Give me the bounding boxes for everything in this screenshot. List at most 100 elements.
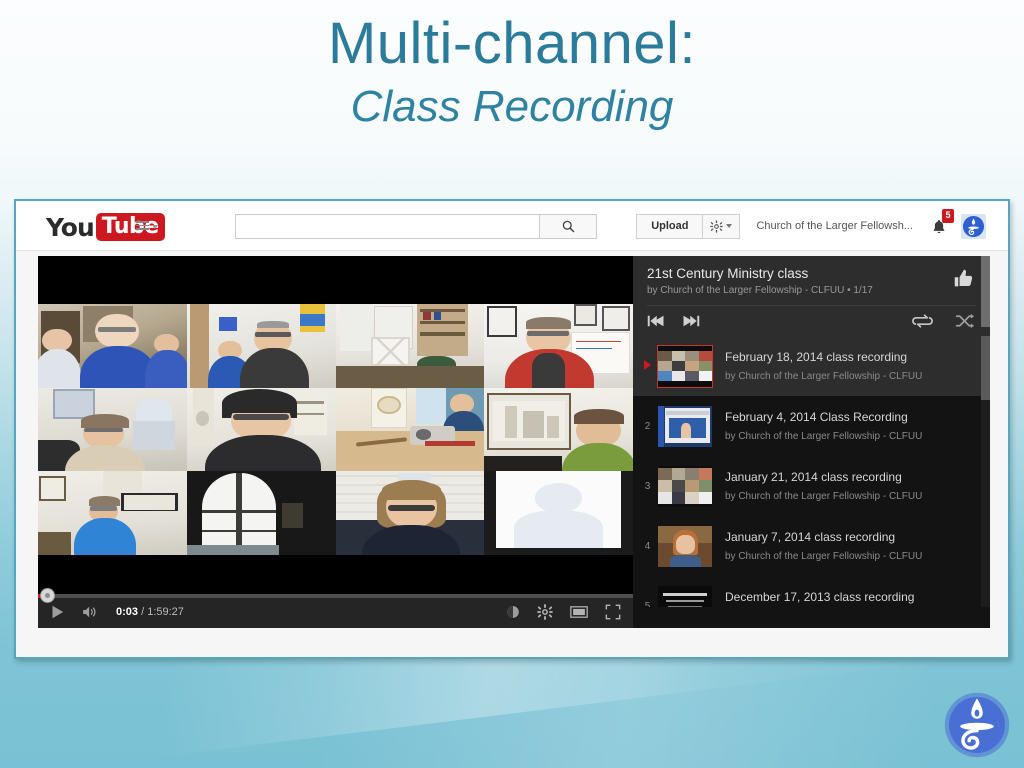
- participant-tile: [484, 471, 633, 555]
- playlist-item-meta: February 18, 2014 class recording by Chu…: [725, 348, 990, 384]
- shuffle-icon: [955, 314, 974, 329]
- playlist-item-thumbnail: [658, 585, 712, 608]
- playlist-like-button[interactable]: [953, 268, 974, 294]
- playlist-header: 21st Century Ministry class by Church of…: [633, 256, 990, 337]
- playlist-item-title: December 17, 2013 class recording: [725, 590, 915, 605]
- current-time: 0:03: [116, 606, 139, 618]
- player-controls-right: [506, 599, 621, 625]
- playlist-item-meta: January 7, 2014 class recording by Churc…: [725, 528, 990, 564]
- playlist-item-byline: by Church of the Larger Fellowship - CLF…: [725, 371, 923, 383]
- hamburger-bars: [136, 221, 149, 230]
- playlist-item-byline: by Church of the Larger Fellowship - CLF…: [725, 491, 923, 503]
- video-conference-grid: [38, 304, 633, 555]
- player-and-playlist-row: 0:03 / 1:59:27 21st Century Ministry cla…: [38, 256, 990, 628]
- player-settings-button[interactable]: [537, 604, 553, 620]
- previous-track-button[interactable]: [647, 314, 665, 328]
- gear-icon: [710, 219, 724, 233]
- loop-icon: [912, 314, 933, 328]
- playlist-item-index: 3: [644, 480, 651, 492]
- chalice-flame-logo-icon: [944, 692, 1010, 758]
- loop-button[interactable]: [912, 313, 933, 329]
- playlist-controls: [647, 305, 976, 336]
- participant-tile: [186, 387, 336, 472]
- participant-tile: [484, 387, 633, 472]
- fullscreen-icon: [605, 604, 621, 620]
- total-duration: 1:59:27: [147, 606, 184, 618]
- volume-icon: [83, 606, 96, 618]
- playlist-item-title: January 21, 2014 class recording: [725, 470, 902, 485]
- list-item[interactable]: 5 December 17, 2013 class recording by C…: [633, 576, 990, 608]
- account-avatar[interactable]: [961, 213, 986, 239]
- playlist-byline: by Church of the Larger Fellowship - CLF…: [647, 285, 873, 297]
- next-track-button[interactable]: [682, 314, 700, 328]
- participant-tile: [38, 387, 187, 472]
- chevron-down-icon: [726, 224, 733, 228]
- autoplay-icon: [507, 606, 519, 618]
- video-player[interactable]: 0:03 / 1:59:27: [38, 256, 633, 628]
- presentation-slide: Multi-channel: Class Recording YouTube: [0, 0, 1024, 768]
- notifications-button[interactable]: 5: [931, 208, 954, 235]
- shuffle-button[interactable]: [955, 313, 974, 329]
- time-display: 0:03 / 1:59:27: [116, 606, 184, 618]
- previous-track-icon: [647, 315, 664, 327]
- search-input[interactable]: [235, 214, 540, 239]
- account-name-label[interactable]: Church of the Larger Fellowsh...: [756, 220, 913, 232]
- slide-title-block: Multi-channel: Class Recording: [0, 11, 1024, 134]
- participant-tile: [335, 304, 485, 388]
- playlist-panel: 21st Century Ministry class by Church of…: [633, 256, 990, 628]
- playlist-title: 21st Century Ministry class: [647, 266, 809, 281]
- playlist-item-byline: by Church of the Larger Fellowship - CLF…: [725, 551, 923, 563]
- player-controls-left: 0:03 / 1:59:27: [50, 599, 184, 625]
- list-item[interactable]: February 18, 2014 class recording by Chu…: [633, 336, 990, 397]
- playlist-item-index: 2: [644, 420, 651, 432]
- next-track-icon: [683, 315, 700, 327]
- search-button[interactable]: [540, 214, 597, 239]
- search-icon: [562, 220, 574, 233]
- participant-tile: [186, 304, 336, 388]
- participant-tile: [484, 304, 633, 388]
- list-item[interactable]: 4 January 7, 2014 class recording by Chu…: [633, 516, 990, 576]
- playlist-scrollbar-thumb[interactable]: [981, 336, 990, 401]
- autoplay-button[interactable]: [506, 605, 520, 619]
- participant-tile: [38, 471, 187, 555]
- fullscreen-button[interactable]: [605, 604, 621, 620]
- participant-tile: [335, 387, 485, 472]
- playlist-scrollbar-top[interactable]: [981, 256, 990, 327]
- progress-bar-track[interactable]: [38, 588, 633, 603]
- volume-button[interactable]: [81, 604, 100, 620]
- playlist-item-title: February 4, 2014 Class Recording: [725, 410, 908, 425]
- playlist-item-index: 4: [644, 540, 651, 552]
- list-item[interactable]: 3 January 21, 2014 class recording by Ch…: [633, 456, 990, 516]
- list-item[interactable]: 2 February 4, 2014 Class Recording by Ch…: [633, 396, 990, 456]
- page-title: Multi-channel:: [327, 11, 697, 76]
- playlist-item-meta: January 21, 2014 class recording by Chur…: [725, 468, 990, 504]
- masthead-actions: Upload Church of the Larger Fellowsh... …: [636, 208, 986, 240]
- chevron-down-icon: [152, 224, 158, 229]
- playlist-item-index: [639, 359, 656, 373]
- theater-mode-icon: [570, 606, 588, 618]
- participant-tile: [335, 471, 485, 555]
- playlist-item-thumbnail: [657, 344, 713, 388]
- theater-mode-button[interactable]: [570, 605, 588, 619]
- playlist-items: February 18, 2014 class recording by Chu…: [633, 336, 990, 608]
- settings-button[interactable]: [702, 213, 741, 239]
- playlist-item-byline: by Church of the Larger Fellowship - CLF…: [725, 431, 923, 443]
- playlist-item-meta: February 4, 2014 Class Recording by Chur…: [725, 408, 990, 444]
- chalice-flame-logo: [942, 690, 1012, 760]
- hamburger-menu-icon[interactable]: [136, 221, 158, 230]
- playlist-item-title: January 7, 2014 class recording: [725, 530, 896, 545]
- youtube-masthead: You Tube Upload Church of the Larger Fel…: [16, 201, 1008, 251]
- playlist-scrollbar[interactable]: [981, 336, 990, 608]
- account-avatar-icon: [962, 215, 985, 237]
- upload-button[interactable]: Upload: [636, 213, 703, 239]
- page-subtitle: Class Recording: [350, 81, 674, 131]
- playlist-item-meta: December 17, 2013 class recording by Chu…: [725, 588, 990, 607]
- thumbs-up-icon: [954, 269, 973, 287]
- play-icon: [52, 605, 64, 619]
- youtube-logo-you: You: [46, 212, 95, 242]
- player-controls-bar: 0:03 / 1:59:27: [38, 588, 633, 628]
- settings-gear-icon: [537, 604, 553, 620]
- play-button[interactable]: [50, 604, 65, 620]
- participant-tile: [38, 304, 187, 388]
- participant-tile: [186, 471, 336, 555]
